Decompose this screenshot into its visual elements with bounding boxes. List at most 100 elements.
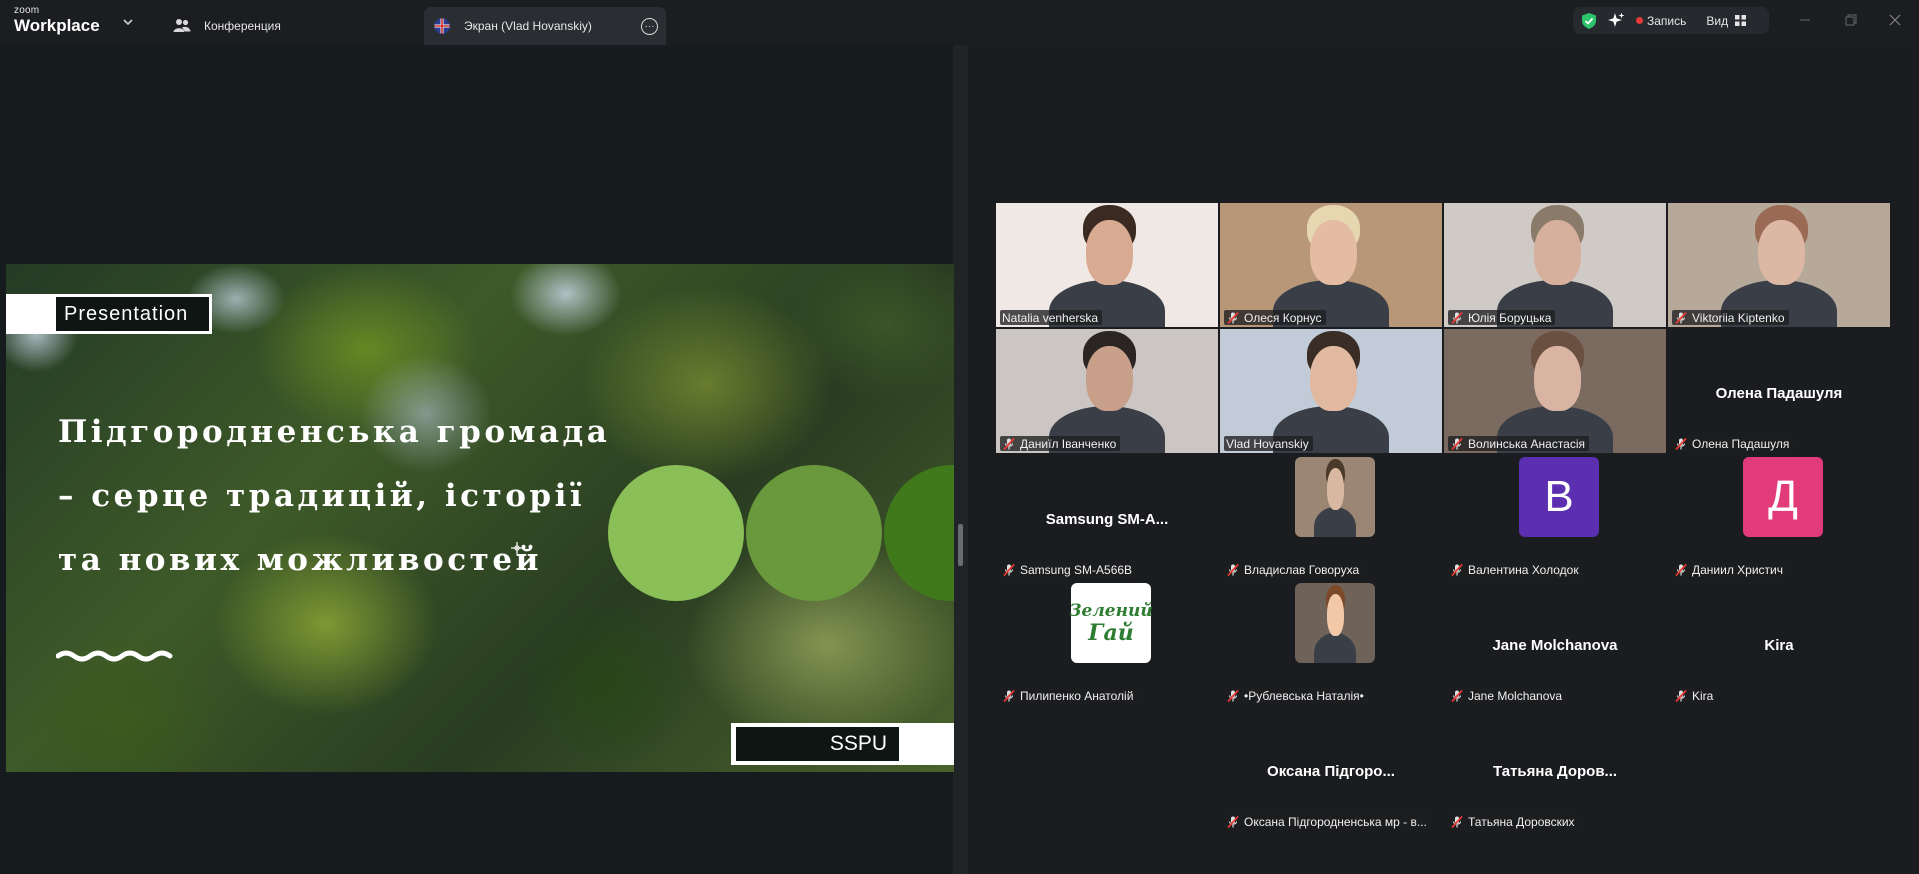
restore-icon[interactable] bbox=[1841, 10, 1861, 30]
participant-tile[interactable]: В Валентина Холодок bbox=[1444, 455, 1666, 579]
participant-name: Даниил Христич bbox=[1692, 562, 1784, 577]
mic-muted-icon bbox=[1450, 689, 1464, 703]
participant-display-name: Оксана Підгоро... bbox=[1267, 763, 1395, 780]
participant-display-name: Jane Molchanova bbox=[1492, 637, 1618, 654]
mic-muted-icon bbox=[1002, 689, 1016, 703]
participant-tile[interactable]: Зелений Гай Пилипенко Анатолій bbox=[996, 581, 1218, 705]
logo-avatar: Зелений Гай bbox=[1069, 583, 1153, 663]
participants-icon bbox=[172, 16, 192, 36]
participant-tile[interactable]: Татьяна Доров... Татьяна Доровских bbox=[1444, 707, 1666, 831]
presentation-tag-label: Presentation bbox=[56, 297, 209, 331]
participant-tile[interactable]: Олена Падашуля Олена Падашуля bbox=[1668, 329, 1890, 453]
participant-name: •Рублевська Наталія• bbox=[1244, 688, 1364, 703]
participant-display-name: Олена Падашуля bbox=[1715, 385, 1843, 402]
participant-name: Валентина Холодок bbox=[1468, 562, 1579, 577]
meeting-controls: Запись Вид bbox=[1573, 7, 1769, 34]
close-icon[interactable] bbox=[1885, 10, 1905, 30]
participant-tile[interactable]: Волинська Анастасія bbox=[1444, 329, 1666, 453]
participant-name-tag: Юлія Боруцька bbox=[1448, 310, 1556, 325]
participant-tile[interactable]: Natalia venherska bbox=[996, 203, 1218, 327]
participant-tile[interactable]: Kira Kira bbox=[1668, 581, 1890, 705]
participant-name-tag: Viktoriia Kiptenko bbox=[1672, 310, 1789, 325]
minimize-icon[interactable] bbox=[1795, 10, 1815, 30]
participant-tile[interactable]: Оксана Підгоро... Оксана Підгородненська … bbox=[1220, 707, 1442, 831]
participant-name-tag: Пилипенко Анатолій bbox=[1000, 688, 1138, 703]
participant-tile[interactable]: Vlad Hovanskiy bbox=[1220, 329, 1442, 453]
decor-circle bbox=[746, 465, 882, 601]
zoom-workplace-logo[interactable]: zoom Workplace bbox=[14, 5, 100, 35]
participant-tile[interactable]: Даниїл Іванченко bbox=[996, 329, 1218, 453]
participant-tile[interactable]: Юлія Боруцька bbox=[1444, 203, 1666, 327]
participant-name-tag: Vlad Hovanskiy bbox=[1224, 436, 1313, 451]
photo-avatar bbox=[1295, 583, 1375, 663]
participant-name: Юлія Боруцька bbox=[1468, 310, 1552, 325]
participant-name: Vlad Hovanskiy bbox=[1226, 436, 1309, 451]
photo-avatar bbox=[1295, 457, 1375, 537]
mic-muted-icon bbox=[1450, 437, 1464, 451]
decor-circle bbox=[884, 465, 954, 601]
participant-name: Kira bbox=[1692, 688, 1714, 703]
shield-icon[interactable] bbox=[1580, 12, 1598, 30]
participant-tile[interactable]: •Рублевська Наталія• bbox=[1220, 581, 1442, 705]
splitter[interactable] bbox=[953, 45, 968, 874]
participant-name: Волинська Анастасія bbox=[1468, 436, 1586, 451]
participant-tile[interactable]: Viktoriia Kiptenko bbox=[1668, 203, 1890, 327]
wave-decoration bbox=[56, 650, 173, 662]
view-label: Вид bbox=[1706, 13, 1729, 28]
mic-muted-icon bbox=[1226, 689, 1240, 703]
participant-tile[interactable]: Владислав Говоруха bbox=[1220, 455, 1442, 579]
decor-circle bbox=[608, 465, 744, 601]
participant-tile[interactable]: Олеся Корнус bbox=[1220, 203, 1442, 327]
participant-display-name: Kira bbox=[1764, 637, 1794, 654]
mic-muted-icon bbox=[1002, 437, 1016, 451]
grid-view-icon bbox=[1735, 15, 1747, 26]
mic-muted-icon bbox=[1450, 311, 1464, 325]
participant-tile[interactable]: Д Даниил Христич bbox=[1668, 455, 1890, 579]
slide-title-line: – серце традицій, історії bbox=[58, 478, 586, 514]
slide-title-line: Підгородненська громада bbox=[58, 414, 611, 450]
participant-name-tag: Валентина Холодок bbox=[1448, 562, 1583, 577]
mic-muted-icon bbox=[1226, 563, 1240, 577]
participant-name: Natalia venherska bbox=[1002, 310, 1099, 325]
mic-muted-icon bbox=[1674, 563, 1688, 577]
more-options-icon[interactable]: ··· bbox=[641, 18, 658, 35]
participant-name-tag: Даниїл Іванченко bbox=[1000, 436, 1121, 451]
ai-companion-icon[interactable] bbox=[1608, 12, 1625, 29]
mic-muted-icon bbox=[1674, 689, 1688, 703]
participant-display-name: Samsung SM-A... bbox=[1045, 511, 1169, 528]
splitter-handle[interactable] bbox=[958, 524, 963, 566]
mic-muted-icon bbox=[1450, 563, 1464, 577]
participant-name: Олена Падашуля bbox=[1692, 436, 1790, 451]
participant-tile[interactable]: Samsung SM-A... Samsung SM-A566B bbox=[996, 455, 1218, 579]
participant-name: Jane Molchanova bbox=[1468, 688, 1563, 703]
brand-workplace-text: Workplace bbox=[14, 16, 100, 35]
participant-display-name: Татьяна Доров... bbox=[1492, 763, 1618, 780]
mic-muted-icon bbox=[1674, 437, 1688, 451]
pointer-cursor-icon bbox=[511, 542, 523, 554]
participant-name-tag: Оксана Підгородненська мр - в... bbox=[1224, 814, 1431, 829]
participant-name: Viktoriia Kiptenko bbox=[1692, 310, 1785, 325]
participant-tile[interactable]: Jane Molchanova Jane Molchanova bbox=[1444, 581, 1666, 705]
view-button[interactable]: Вид bbox=[1706, 13, 1747, 28]
participant-name-tag: Samsung SM-A566B bbox=[1000, 562, 1137, 577]
record-label[interactable]: Запись bbox=[1647, 14, 1686, 28]
presentation-tag: Presentation bbox=[6, 294, 212, 334]
participant-name-tag: •Рублевська Наталія• bbox=[1224, 688, 1368, 703]
letter-avatar: В bbox=[1519, 457, 1599, 537]
tab-screen-share[interactable]: Экран (Vlad Hovanskiy) ··· bbox=[424, 7, 666, 45]
tab-conference[interactable]: Конференция bbox=[168, 7, 281, 45]
sspu-tag: SSPU bbox=[731, 723, 954, 765]
participant-name: Оксана Підгородненська мр - в... bbox=[1244, 814, 1427, 829]
brand-zoom-text: zoom bbox=[14, 5, 40, 16]
participant-name-tag: Татьяна Доровских bbox=[1448, 814, 1579, 829]
tab-conference-label: Конференция bbox=[204, 19, 281, 33]
participant-name-tag: Kira bbox=[1672, 688, 1718, 703]
record-dot-icon bbox=[1636, 17, 1643, 24]
participant-name-tag: Владислав Говоруха bbox=[1224, 562, 1364, 577]
participant-name: Samsung SM-A566B bbox=[1020, 562, 1133, 577]
mic-muted-icon bbox=[1226, 311, 1240, 325]
participant-name-tag: Олена Падашуля bbox=[1672, 436, 1794, 451]
flag-avatar-icon bbox=[432, 16, 452, 36]
chevron-down-icon[interactable] bbox=[120, 14, 136, 30]
participant-name-tag: Волинська Анастасія bbox=[1448, 436, 1590, 451]
